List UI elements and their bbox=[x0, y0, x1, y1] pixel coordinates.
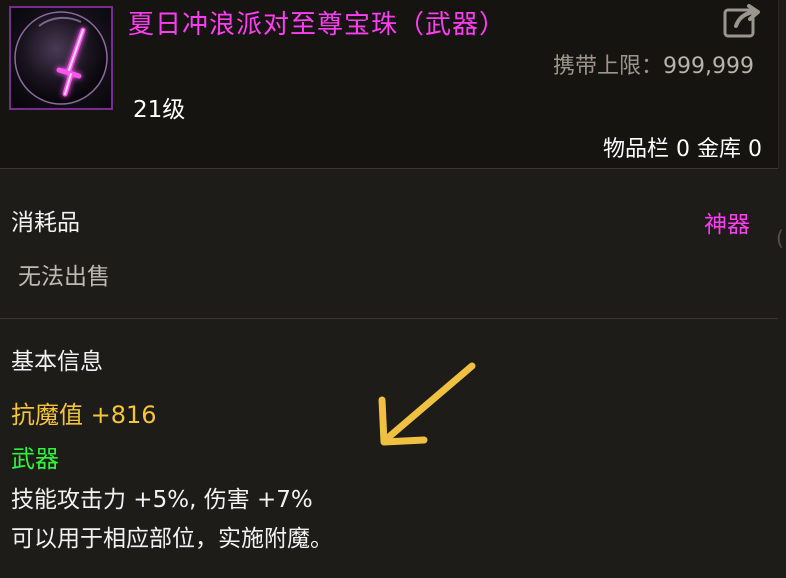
item-name: 夏日冲浪派对至尊宝珠（武器） bbox=[128, 10, 507, 40]
arrow-annotation-icon bbox=[378, 362, 476, 446]
carry-limit-label: 携带上限： bbox=[553, 54, 664, 79]
glowing-sword-orb-icon bbox=[14, 11, 108, 105]
effect-line-2: 可以用于相应部位，实施附魔。 bbox=[11, 526, 333, 552]
effect-line-1: 技能攻击力 +5%, 伤害 +7% bbox=[11, 487, 313, 513]
slot-tag: 武器 bbox=[11, 445, 59, 473]
item-icon-frame bbox=[9, 6, 113, 110]
background-partial-glyph: ( bbox=[776, 226, 784, 250]
header-divider bbox=[0, 168, 778, 169]
item-rarity: 神器 bbox=[704, 212, 750, 238]
item-category: 消耗品 bbox=[11, 210, 80, 236]
carry-limit: 携带上限：999,999 bbox=[553, 48, 754, 80]
item-level: 21级 bbox=[133, 97, 186, 123]
item-header: 夏日冲浪派对至尊宝珠（武器） 携带上限：999,999 21级 物品栏 0 金库… bbox=[0, 0, 779, 168]
share-export-icon[interactable] bbox=[722, 2, 766, 40]
sell-status: 无法出售 bbox=[18, 264, 110, 290]
item-tooltip-panel: 夏日冲浪派对至尊宝珠（武器） 携带上限：999,999 21级 物品栏 0 金库… bbox=[0, 0, 786, 578]
magic-resist-stat: 抗魔值 +816 bbox=[11, 401, 157, 429]
section-title-basic-info: 基本信息 bbox=[11, 349, 103, 375]
inventory-count: 物品栏 0 金库 0 bbox=[603, 137, 762, 162]
carry-limit-value: 999,999 bbox=[663, 54, 754, 79]
section-divider bbox=[0, 318, 778, 319]
